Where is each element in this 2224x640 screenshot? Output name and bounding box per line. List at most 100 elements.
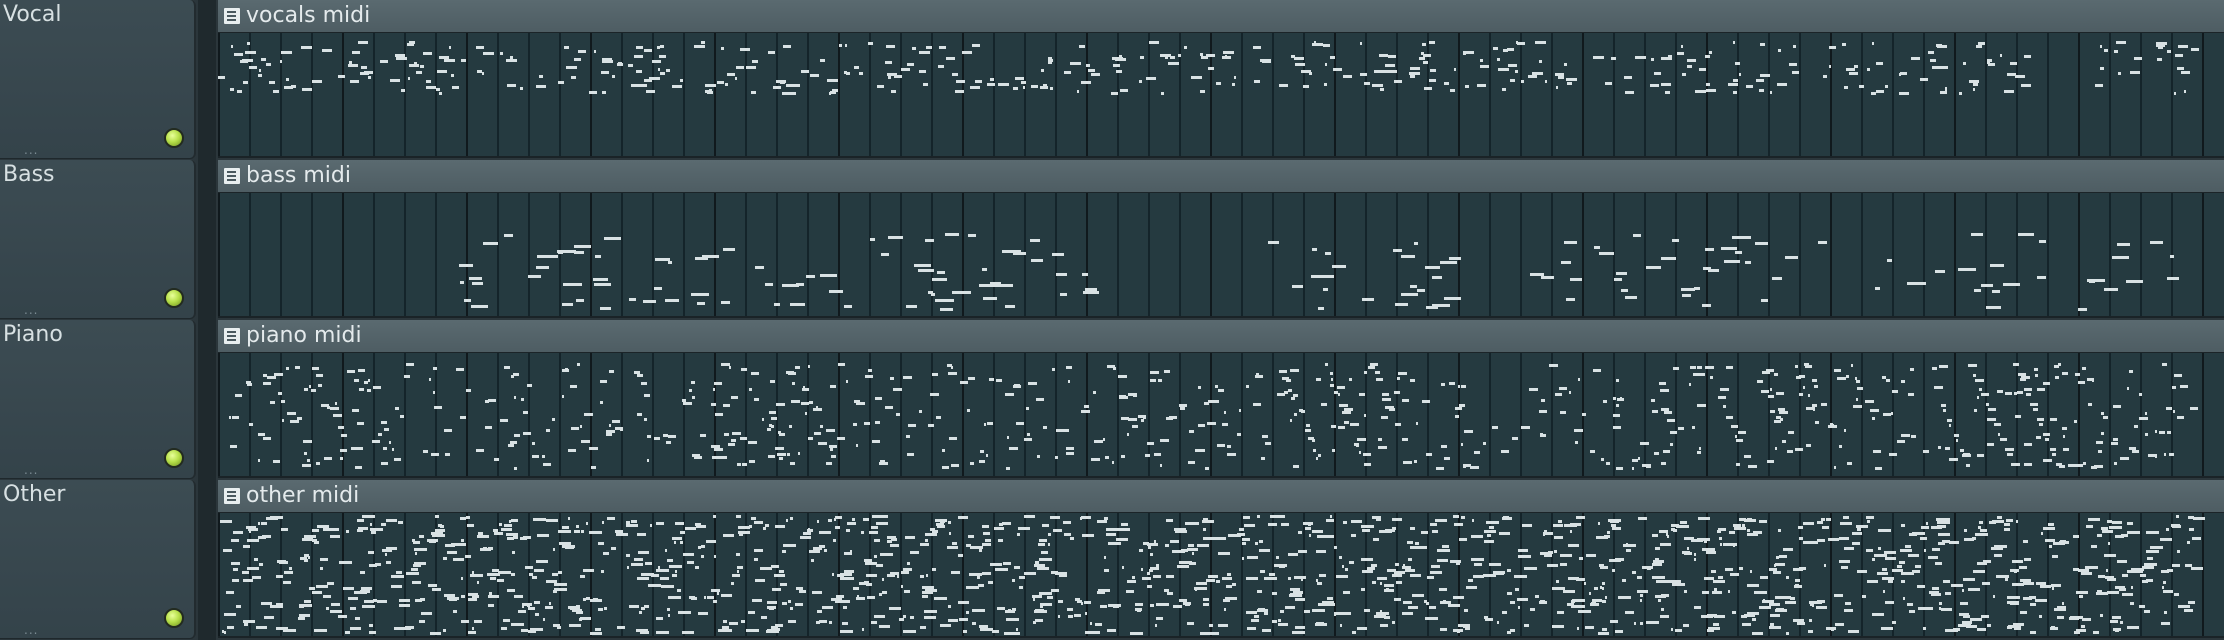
- midi-note-mark: [751, 91, 756, 94]
- midi-note-mark: [787, 92, 796, 95]
- midi-note-mark: [1897, 565, 1902, 568]
- midi-note-mark: [264, 616, 274, 619]
- midi-note-mark: [752, 60, 758, 63]
- track-menu-dots[interactable]: ...: [24, 624, 38, 636]
- midi-note-mark: [1867, 520, 1870, 523]
- midi-note-mark: [1066, 366, 1072, 369]
- midi-note-mark: [1917, 585, 1925, 588]
- midi-note-mark: [443, 629, 446, 632]
- pattern-clip[interactable]: bass midi: [218, 160, 2224, 318]
- midi-note-mark: [1133, 394, 1137, 397]
- midi-note-mark: [1148, 546, 1151, 549]
- midi-note-mark: [1867, 580, 1878, 583]
- midi-note-mark: [1376, 518, 1381, 521]
- midi-note-mark: [1704, 540, 1707, 543]
- midi-note-mark: [1458, 385, 1460, 388]
- midi-note-mark: [1198, 386, 1201, 389]
- midi-note-mark: [1290, 419, 1292, 422]
- midi-note-mark: [1529, 388, 1538, 391]
- bar-line: [1830, 513, 1832, 636]
- track-header[interactable]: Piano ...: [0, 320, 196, 479]
- pattern-clip[interactable]: vocals midi: [218, 0, 2224, 158]
- midi-note-mark: [770, 380, 775, 383]
- midi-note-mark: [1731, 425, 1738, 428]
- midi-note-mark: [836, 595, 844, 598]
- midi-note-mark: [601, 570, 604, 573]
- midi-note-mark: [1294, 413, 1297, 416]
- midi-note-mark: [1246, 611, 1257, 614]
- midi-note-mark: [2175, 54, 2183, 57]
- clip-title-bar[interactable]: vocals midi: [218, 0, 2224, 33]
- clip-title-bar[interactable]: other midi: [218, 480, 2224, 513]
- midi-note-mark: [340, 449, 347, 452]
- midi-note-mark: [922, 595, 928, 598]
- midi-note-mark: [1558, 520, 1562, 523]
- mute-led-icon[interactable]: [164, 608, 184, 628]
- mute-led-icon[interactable]: [164, 128, 184, 148]
- midi-note-mark: [765, 283, 773, 286]
- midi-note-mark: [589, 531, 602, 534]
- midi-note-mark: [1974, 289, 1981, 292]
- midi-note-mark: [928, 424, 934, 427]
- mute-led-icon[interactable]: [164, 288, 184, 308]
- midi-note-mark: [801, 70, 809, 73]
- midi-note-mark: [1454, 523, 1463, 526]
- midi-note-mark: [667, 608, 670, 611]
- midi-note-mark: [1568, 544, 1579, 547]
- midi-note-mark: [631, 520, 637, 523]
- midi-note-mark: [789, 425, 792, 428]
- piano-roll-icon: [224, 488, 240, 504]
- midi-note-mark: [1812, 604, 1814, 607]
- track-menu-dots[interactable]: ...: [24, 304, 38, 316]
- midi-note-mark: [829, 92, 831, 95]
- midi-note-mark: [1752, 618, 1756, 621]
- midi-note-mark: [949, 532, 951, 535]
- midi-note-mark: [570, 607, 580, 610]
- clip-title-bar[interactable]: piano midi: [218, 320, 2224, 353]
- midi-note-mark: [259, 563, 263, 566]
- midi-note-mark: [1687, 547, 1689, 550]
- midi-note-mark: [1471, 558, 1484, 561]
- pattern-clip[interactable]: piano midi: [218, 320, 2224, 478]
- track-header[interactable]: Other ...: [0, 480, 196, 639]
- midi-note-mark: [1461, 443, 1463, 446]
- midi-note-mark: [852, 518, 855, 521]
- midi-note-mark: [952, 291, 971, 294]
- midi-note-mark: [558, 81, 564, 84]
- midi-note-mark: [1524, 624, 1529, 627]
- midi-note-mark: [970, 462, 974, 465]
- bar-line: [1086, 33, 1088, 156]
- midi-note-mark: [1113, 367, 1116, 370]
- midi-note-mark: [1514, 575, 1527, 578]
- track-menu-dots[interactable]: ...: [24, 144, 38, 156]
- pattern-clip[interactable]: other midi: [218, 480, 2224, 638]
- midi-note-mark: [1705, 248, 1714, 251]
- midi-note-mark: [1288, 553, 1298, 556]
- midi-note-mark: [1364, 609, 1370, 612]
- midi-note-mark: [1082, 534, 1094, 537]
- midi-note-mark: [885, 61, 892, 64]
- midi-note-mark: [2164, 611, 2167, 614]
- midi-note-mark: [1047, 596, 1053, 599]
- track-header[interactable]: Bass ...: [0, 160, 196, 319]
- midi-note-mark: [1367, 567, 1375, 570]
- clip-title-bar[interactable]: bass midi: [218, 160, 2224, 193]
- midi-note-mark: [737, 566, 743, 569]
- midi-note-mark: [806, 275, 815, 278]
- midi-note-mark: [1888, 580, 1893, 583]
- midi-note-mark: [249, 423, 253, 426]
- midi-note-mark: [1115, 58, 1126, 61]
- midi-note-mark: [1507, 592, 1512, 595]
- midi-note-mark: [1312, 530, 1323, 533]
- midi-note-mark: [1052, 368, 1055, 371]
- midi-note-mark: [1251, 619, 1259, 622]
- midi-note-mark: [1242, 557, 1244, 560]
- midi-note-mark: [1992, 290, 2000, 293]
- track-header[interactable]: Vocal ...: [0, 0, 196, 159]
- midi-note-mark: [431, 453, 439, 456]
- midi-note-mark: [1901, 434, 1910, 437]
- track-menu-dots[interactable]: ...: [24, 464, 38, 476]
- midi-note-mark: [1294, 576, 1306, 579]
- midi-note-mark: [2015, 75, 2025, 78]
- mute-led-icon[interactable]: [164, 448, 184, 468]
